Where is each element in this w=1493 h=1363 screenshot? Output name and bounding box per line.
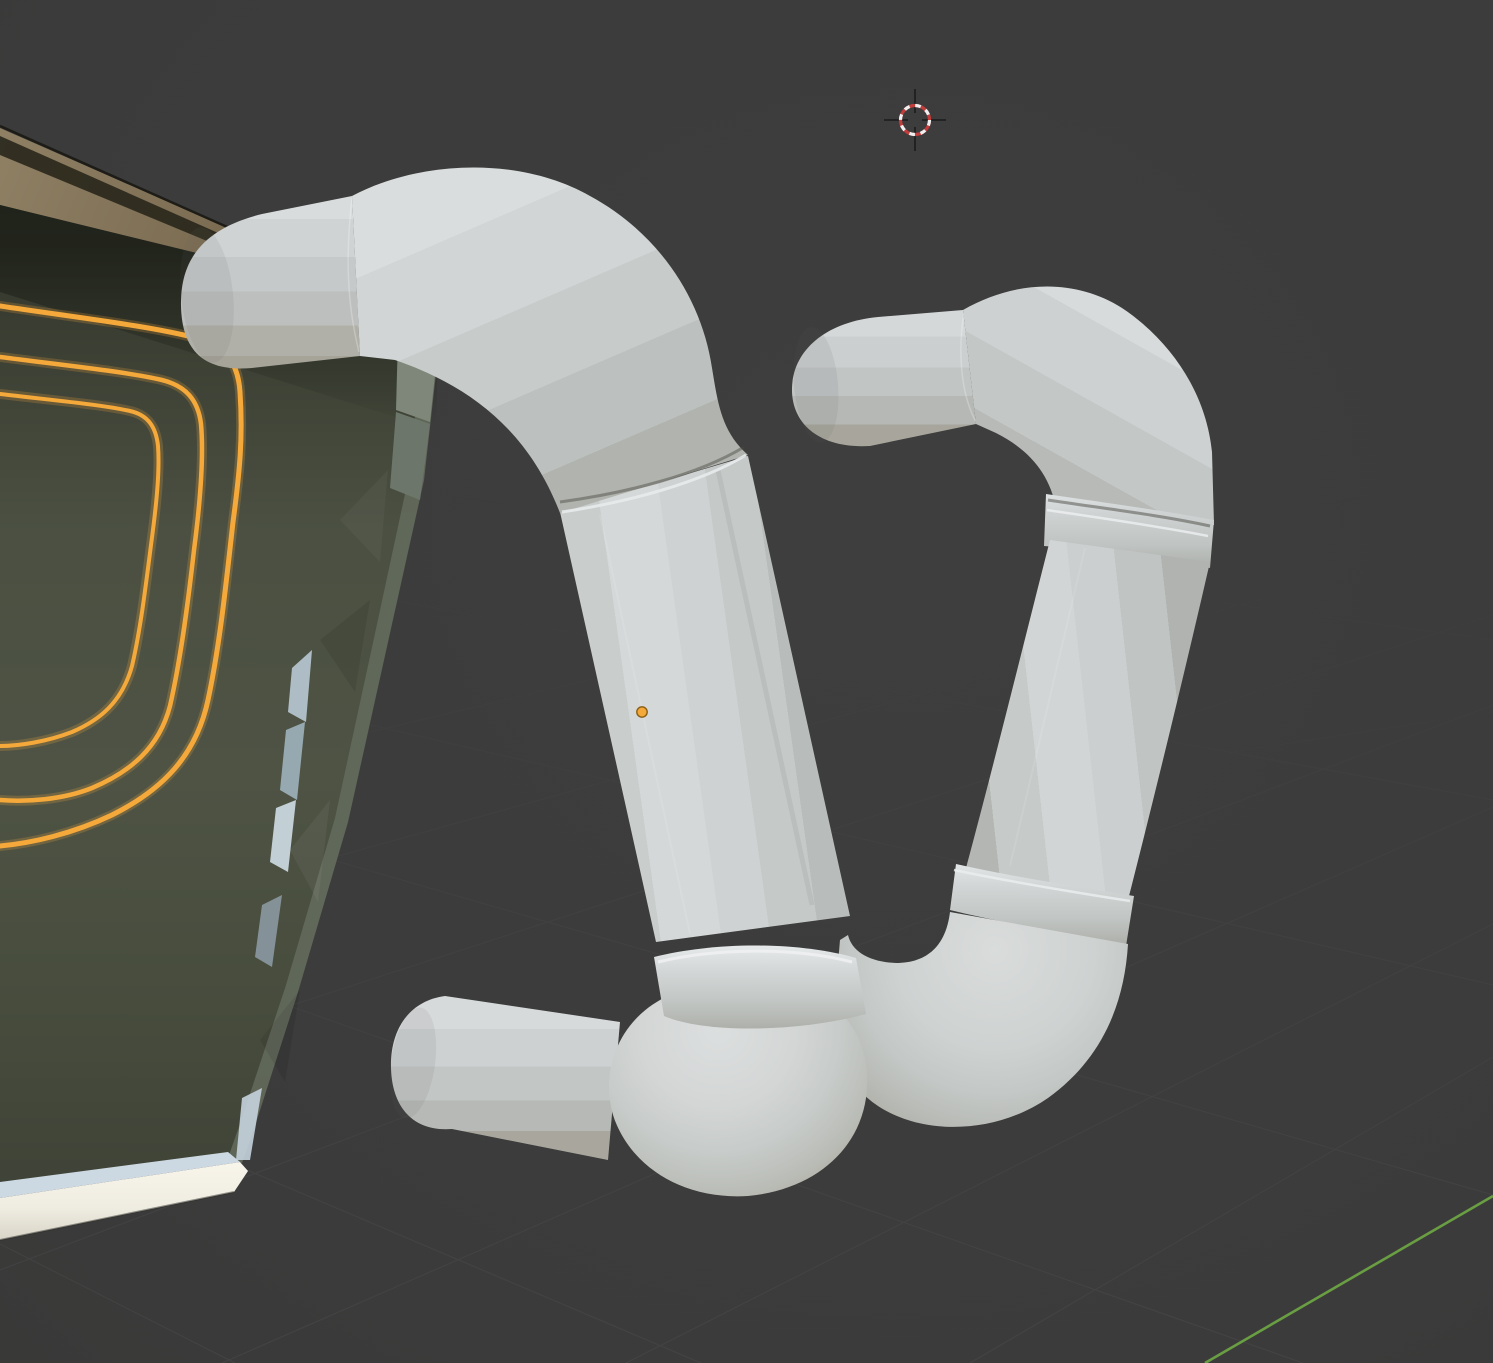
viewport-canvas[interactable] <box>0 0 1493 1363</box>
origin-point <box>637 707 647 717</box>
origin-dot <box>637 707 647 717</box>
viewport-3d[interactable] <box>0 0 1493 1363</box>
